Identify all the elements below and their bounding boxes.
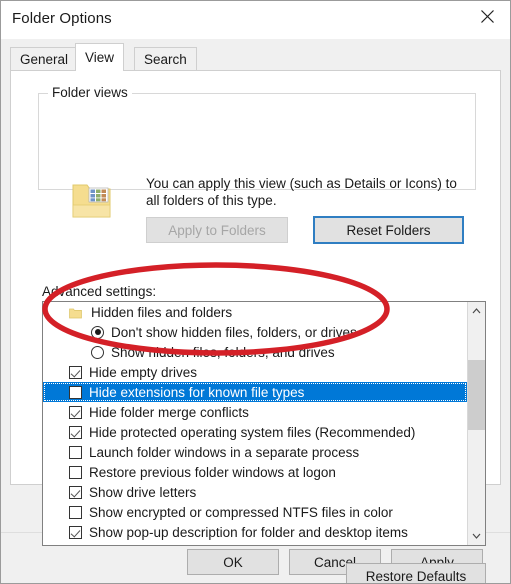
apply-to-folders-label: Apply to Folders (168, 222, 266, 238)
tab-search-label: Search (144, 52, 187, 67)
list-item-label: Show preview handlers in preview pane (89, 545, 327, 546)
radio-icon[interactable] (91, 325, 104, 339)
view-tab-panel: Folder views You can apply this view (su… (10, 70, 501, 583)
checkbox-icon[interactable] (69, 546, 82, 547)
checkbox-icon[interactable] (69, 445, 82, 459)
list-item[interactable]: Hide protected operating system files (R… (43, 422, 467, 442)
tab-view[interactable]: View (75, 43, 125, 71)
tab-search[interactable]: Search (134, 47, 197, 71)
list-item-label: Show drive letters (89, 484, 197, 500)
list-item-label: Hide empty drives (89, 364, 198, 380)
list-item-label: Launch folder windows in a separate proc… (89, 444, 360, 460)
folder-views-description: You can apply this view (such as Details… (146, 176, 457, 208)
list-item-label: Hide extensions for known file types (89, 384, 305, 400)
list-item[interactable]: Restore previous folder windows at logon (43, 462, 467, 482)
list-item-label: Restore previous folder windows at logon (89, 464, 336, 480)
folder-views-icon (70, 179, 115, 221)
reset-folders-label: Reset Folders (346, 222, 431, 238)
close-icon[interactable] (465, 1, 510, 31)
list-item[interactable]: Show preview handlers in preview pane (43, 542, 467, 546)
list-item-label: Don't show hidden files, folders, or dri… (111, 324, 357, 340)
advanced-settings-list[interactable]: Hidden files and folders Don't show hidd… (42, 301, 486, 546)
tab-view-label: View (85, 50, 115, 65)
advanced-settings-rows: Hidden files and folders Don't show hidd… (43, 302, 467, 545)
folder-options-dialog: Folder Options General View Search Folde… (0, 0, 511, 584)
list-item-label: Show pop-up description for folder and d… (89, 524, 408, 540)
title-bar: Folder Options (1, 1, 510, 39)
list-item-label: Show hidden files, folders, and drives (111, 344, 335, 360)
list-item[interactable]: Hide empty drives (43, 362, 467, 382)
list-item[interactable]: Show pop-up description for folder and d… (43, 522, 467, 542)
list-item-label: Show encrypted or compressed NTFS files … (89, 504, 393, 520)
scrollbar-thumb[interactable] (468, 360, 485, 430)
ok-button[interactable]: OK (187, 549, 279, 575)
folder-icon (69, 307, 82, 318)
apply-to-folders-button[interactable]: Apply to Folders (146, 217, 288, 243)
tab-general[interactable]: General (10, 47, 79, 71)
checkbox-icon[interactable] (69, 525, 82, 539)
list-scrollbar[interactable] (467, 302, 485, 545)
advanced-settings-label: Advanced settings: (42, 284, 157, 299)
folder-views-group-label: Folder views (48, 85, 132, 100)
checkbox-icon[interactable] (69, 485, 82, 499)
chevron-down-icon[interactable] (468, 527, 485, 545)
chevron-up-icon[interactable] (468, 302, 485, 320)
checkbox-icon[interactable] (69, 405, 82, 419)
checkbox-icon[interactable] (69, 465, 82, 479)
list-item-selected[interactable]: Hide extensions for known file types (43, 382, 467, 402)
ok-label: OK (223, 554, 243, 570)
list-item-label: Hide protected operating system files (R… (89, 424, 416, 440)
radio-icon[interactable] (91, 345, 104, 359)
list-item[interactable]: Don't show hidden files, folders, or dri… (43, 322, 467, 342)
tab-strip: General View Search (1, 39, 510, 71)
checkbox-icon[interactable] (69, 505, 82, 519)
reset-folders-button[interactable]: Reset Folders (313, 216, 464, 244)
list-item[interactable]: Hidden files and folders (43, 302, 467, 322)
tab-general-label: General (20, 52, 69, 67)
list-item[interactable]: Launch folder windows in a separate proc… (43, 442, 467, 462)
list-item[interactable]: Hide folder merge conflicts (43, 402, 467, 422)
list-item[interactable]: Show drive letters (43, 482, 467, 502)
restore-defaults-label: Restore Defaults (365, 569, 467, 584)
page-title: Folder Options (12, 10, 112, 27)
checkbox-icon[interactable] (69, 425, 82, 439)
list-item[interactable]: Show hidden files, folders, and drives (43, 342, 467, 362)
restore-defaults-button[interactable]: Restore Defaults (346, 563, 486, 584)
checkbox-icon[interactable] (69, 365, 82, 379)
list-item-label: Hidden files and folders (91, 304, 233, 320)
checkbox-icon[interactable] (69, 385, 82, 399)
list-item-label: Hide folder merge conflicts (89, 404, 249, 420)
list-item[interactable]: Show encrypted or compressed NTFS files … (43, 502, 467, 522)
